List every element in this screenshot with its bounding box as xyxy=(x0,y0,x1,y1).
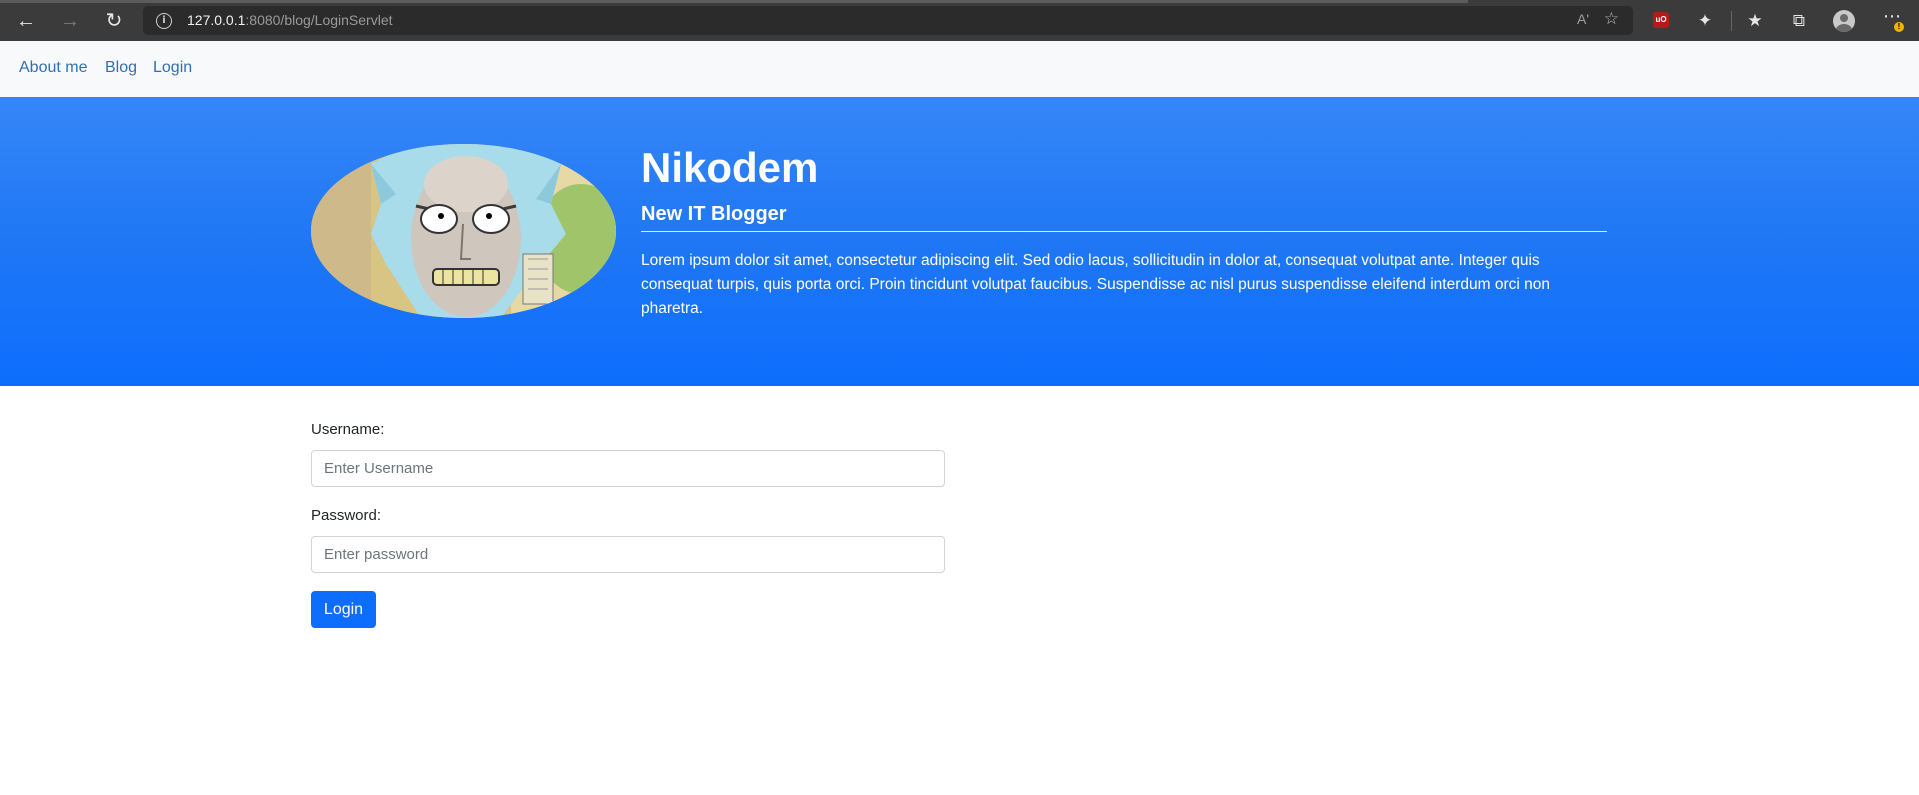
collections-icon[interactable]: ⧉ xyxy=(1786,8,1812,34)
site-info-icon[interactable]: i xyxy=(156,13,172,29)
hero-banner: Nikodem New IT Blogger Lorem ipsum dolor… xyxy=(0,97,1919,386)
page-load-progress xyxy=(0,0,1468,3)
rick-avatar-illustration xyxy=(311,144,616,318)
hero-title: Nikodem xyxy=(641,144,819,191)
add-favorite-icon[interactable]: ☆ xyxy=(1604,9,1619,29)
toolbar-divider xyxy=(1731,11,1732,31)
password-input[interactable] xyxy=(311,536,945,573)
browser-toolbar: ← → ↻ i 127.0.0.1:8080/blog/LoginServlet… xyxy=(0,0,1919,41)
back-arrow-icon[interactable]: ← xyxy=(12,8,40,34)
username-input[interactable] xyxy=(311,450,945,487)
ublock-extension-icon[interactable]: uO xyxy=(1653,12,1669,28)
hero-description: Lorem ipsum dolor sit amet, consectetur … xyxy=(641,252,1550,317)
url-host: 127.0.0.1 xyxy=(187,12,246,28)
username-label: Username: xyxy=(311,421,385,438)
nav-link-login[interactable]: Login xyxy=(153,59,192,77)
url-path: :8080/blog/LoginServlet xyxy=(245,12,393,28)
login-button[interactable]: Login xyxy=(311,591,376,628)
nav-link-blog[interactable]: Blog xyxy=(105,59,137,77)
extensions-puzzle-icon[interactable]: ✦ xyxy=(1692,8,1718,34)
profile-avatar-icon[interactable] xyxy=(1833,10,1855,32)
address-bar[interactable]: i 127.0.0.1:8080/blog/LoginServlet Aʹ ☆ xyxy=(143,6,1633,35)
avatar-illustration-svg xyxy=(311,144,616,318)
password-label: Password: xyxy=(311,507,382,524)
favorites-icon[interactable]: ★ xyxy=(1742,8,1768,34)
address-url[interactable]: 127.0.0.1:8080/blog/LoginServlet xyxy=(187,12,393,28)
read-aloud-icon[interactable]: Aʹ xyxy=(1577,11,1589,27)
hero-subtitle: New IT Blogger xyxy=(641,203,787,225)
update-warning-icon: ! xyxy=(1894,22,1904,32)
nav-link-about-me[interactable]: About me xyxy=(19,59,87,77)
reload-icon[interactable]: ↻ xyxy=(100,8,128,34)
forward-arrow-icon[interactable]: → xyxy=(56,8,84,34)
site-navbar: About me Blog Login xyxy=(0,41,1919,98)
hero-divider xyxy=(641,231,1607,232)
